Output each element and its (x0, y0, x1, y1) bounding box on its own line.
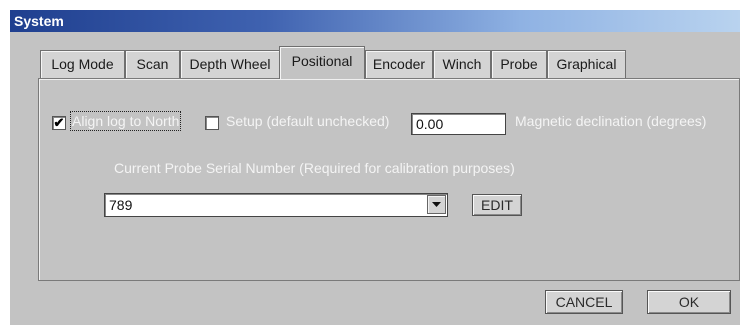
setup-checkbox[interactable] (205, 116, 219, 130)
system-dialog: System Log Mode Scan Depth Wheel Positio… (10, 10, 740, 325)
align-north-checkbox[interactable]: ✔ (52, 116, 66, 130)
tab-depth-wheel[interactable]: Depth Wheel (180, 50, 280, 78)
serial-number-select[interactable]: 789 (104, 193, 448, 217)
chevron-down-icon (432, 202, 441, 207)
serial-number-label: Current Probe Serial Number (Required fo… (114, 160, 515, 176)
cancel-button[interactable]: CANCEL (545, 290, 623, 314)
declination-label: Magnetic declination (degrees) (515, 113, 707, 129)
tab-scan[interactable]: Scan (125, 50, 180, 78)
ok-button[interactable]: OK (647, 290, 731, 314)
setup-label[interactable]: Setup (default unchecked) (226, 113, 389, 129)
tab-probe[interactable]: Probe (491, 50, 547, 78)
checkmark-icon: ✔ (53, 115, 65, 130)
tab-winch[interactable]: Winch (433, 50, 491, 78)
tab-graphical[interactable]: Graphical (547, 50, 626, 78)
tab-log-mode[interactable]: Log Mode (40, 50, 125, 78)
edit-button[interactable]: EDIT (472, 194, 522, 216)
serial-dropdown-button[interactable] (427, 195, 446, 214)
tab-encoder[interactable]: Encoder (365, 50, 433, 78)
positional-panel (38, 78, 740, 281)
tab-positional[interactable]: Positional (279, 46, 365, 79)
window-title: System (10, 10, 740, 32)
declination-input[interactable]: 0.00 (411, 113, 506, 135)
align-north-label[interactable]: Align log to North (69, 111, 182, 131)
